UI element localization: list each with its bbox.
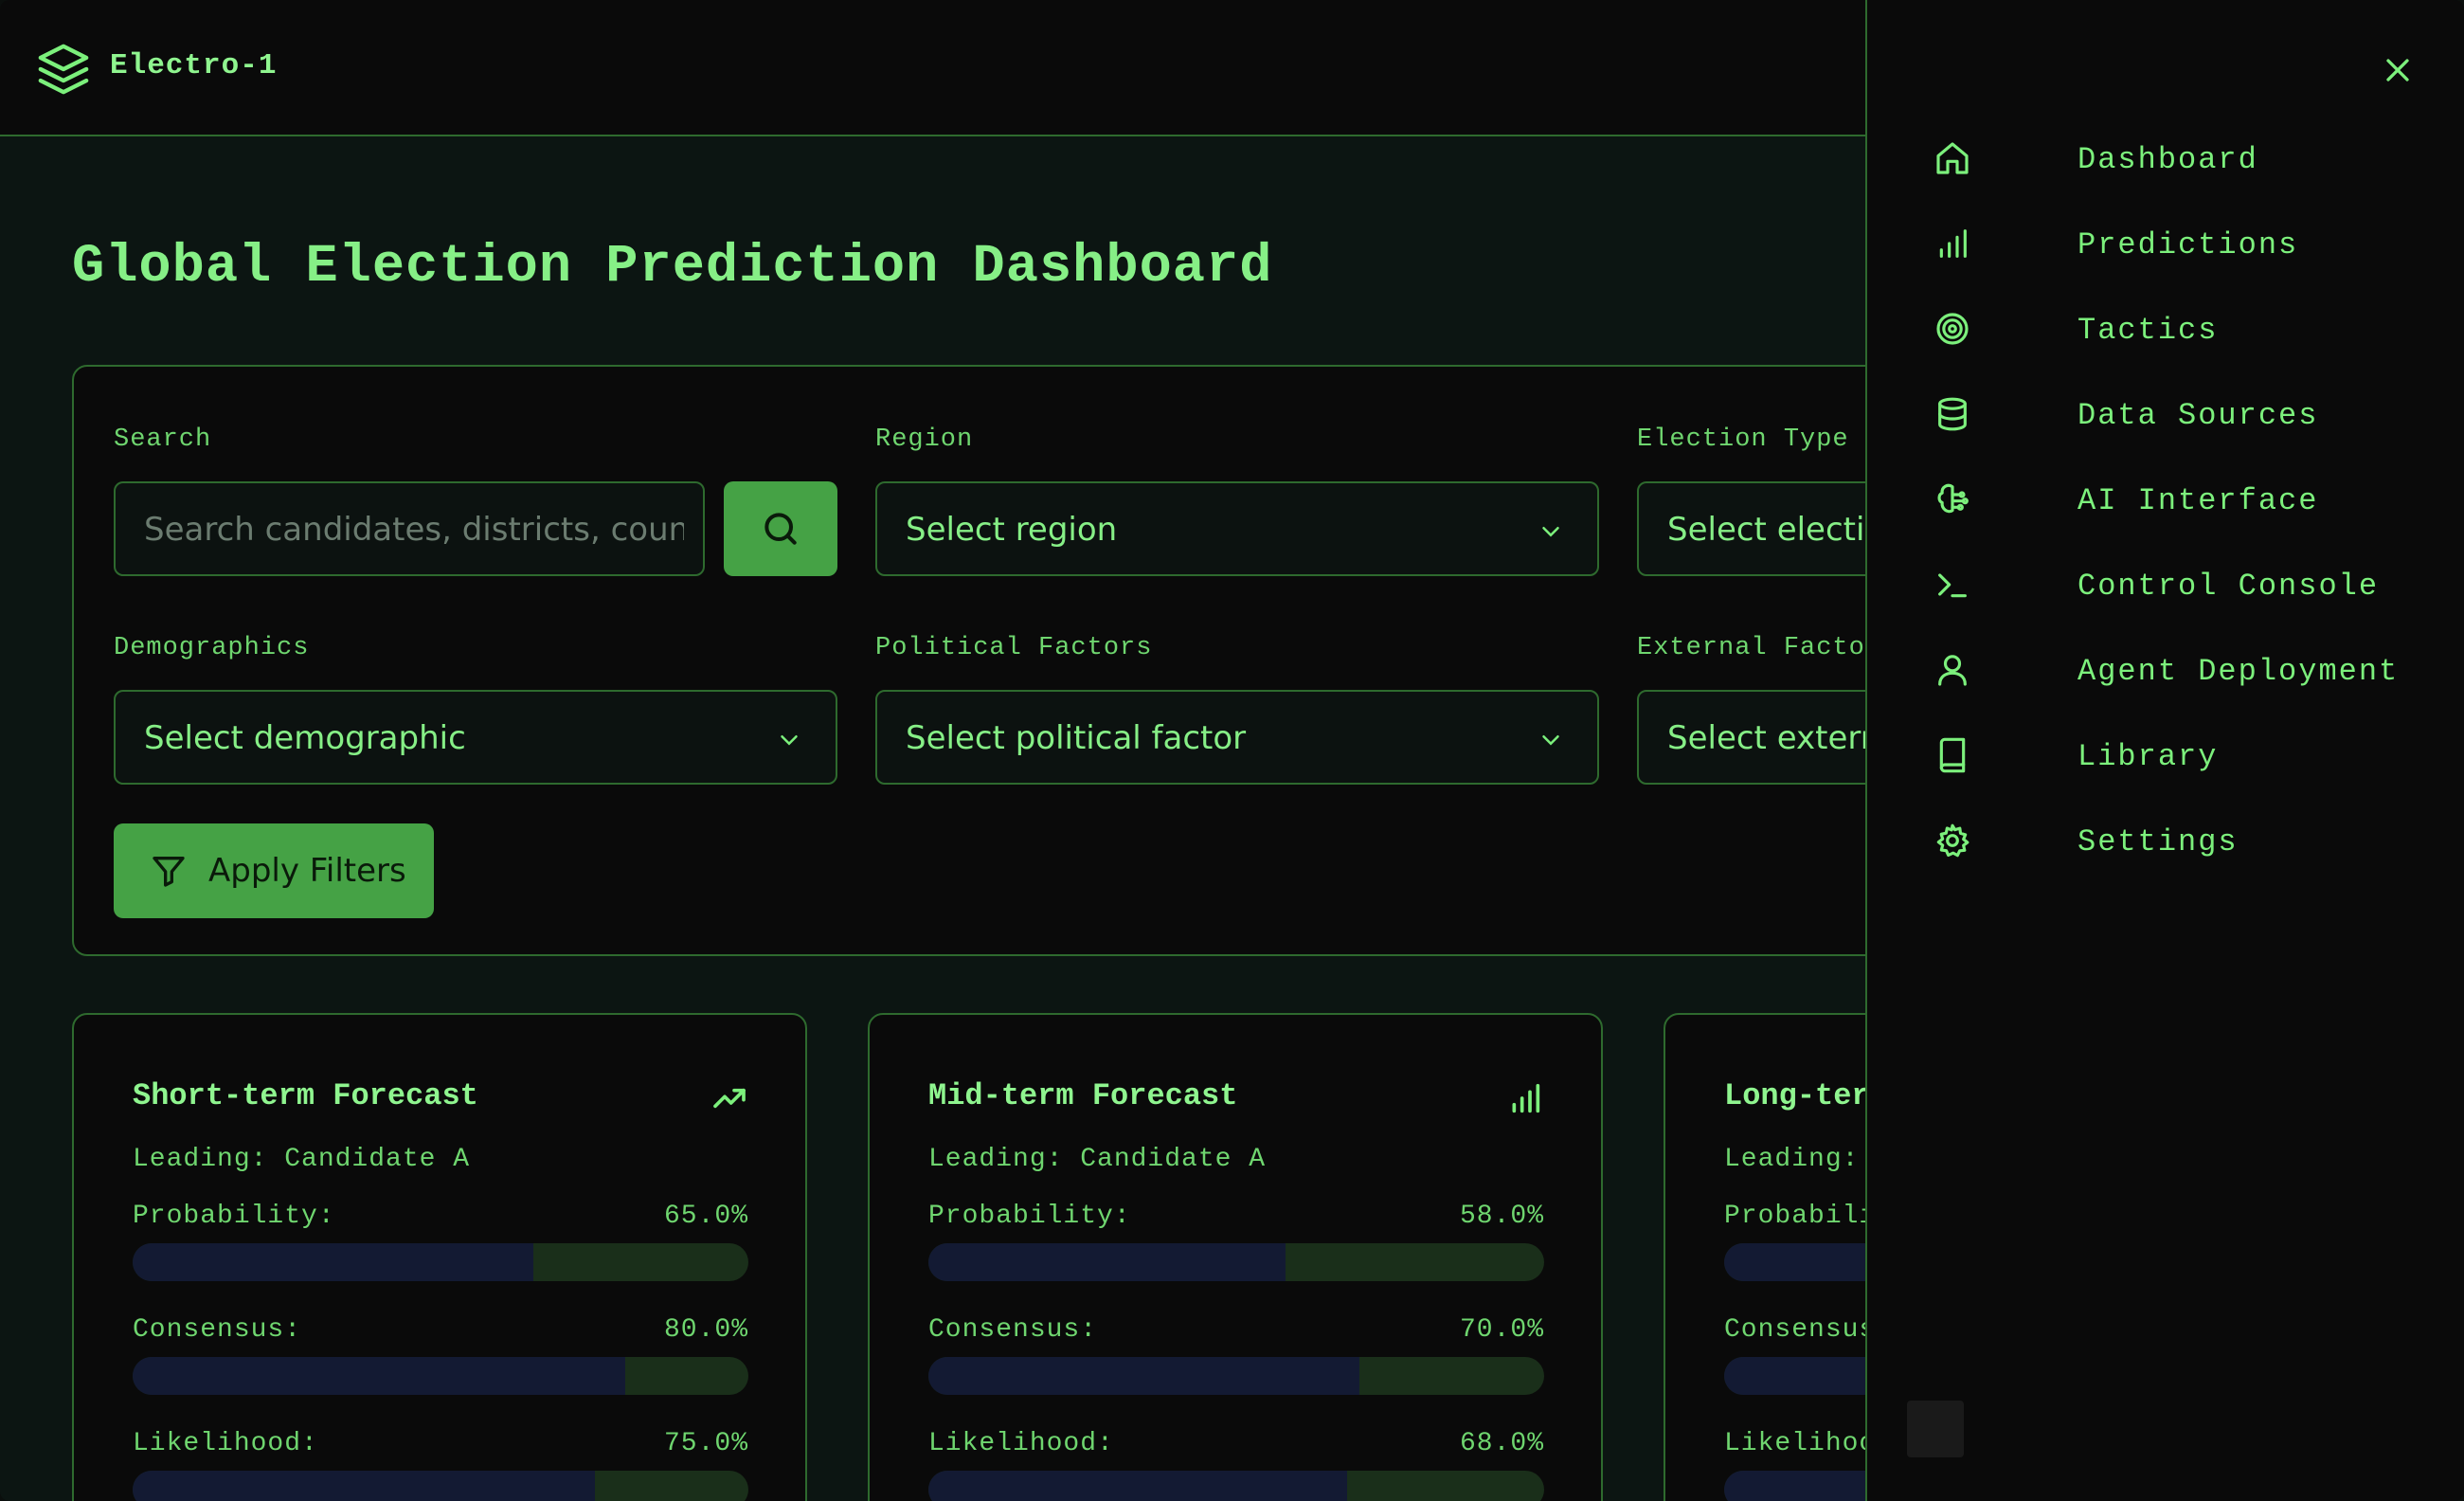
region-value: Select region	[906, 511, 1118, 549]
metric-progress-bar	[133, 1243, 748, 1281]
layers-logo-icon	[38, 44, 89, 95]
metric-progress-fill	[928, 1471, 1347, 1501]
bar-chart-icon	[1939, 229, 1967, 258]
metric-value: 80.0%	[663, 1315, 748, 1345]
app-window: Electro-1 Global Election Prediction Das…	[0, 0, 2464, 1501]
nav-item-label: Predictions	[2077, 227, 2299, 262]
metric-progress-fill	[928, 1357, 1359, 1395]
filter-panel: Search Search candidates, districts, cou…	[72, 365, 2361, 956]
close-icon[interactable]	[2379, 51, 2417, 89]
search-icon	[764, 513, 797, 545]
nav-item-label: AI Interface	[2077, 483, 2319, 518]
chevron-down-icon	[781, 735, 798, 746]
demographics-label: Demographics	[114, 634, 310, 662]
metric-value: 70.0%	[1459, 1315, 1544, 1345]
search-placeholder: Search candidates, districts, countries	[144, 511, 684, 549]
metric-value: 65.0%	[663, 1202, 748, 1231]
metric-progress-bar	[928, 1357, 1544, 1395]
metric-value: 58.0%	[1459, 1202, 1544, 1231]
trending-up-icon	[713, 1088, 746, 1109]
database-icon	[1938, 397, 1967, 431]
region-select[interactable]: Select region	[875, 481, 1599, 576]
forecast-card: Mid-term Forecast Leading: Candidate A Pro…	[868, 1013, 1603, 1501]
bar-chart-icon	[1512, 1083, 1540, 1113]
nav-item-dashboard[interactable]: Dashboard	[1933, 130, 2426, 187]
metric-label: Probability:	[928, 1202, 1131, 1231]
metric-row: Probability: 65.0%	[133, 1202, 748, 1231]
metric-progress-fill	[133, 1357, 625, 1395]
apply-filters-label: Apply Filters	[208, 852, 406, 890]
political-factors-label: Political Factors	[875, 634, 1153, 662]
demographics-value: Select demographic	[144, 719, 466, 757]
chevron-down-icon	[1542, 527, 1559, 537]
nav-item-label: Agent Deployment	[2077, 654, 2400, 689]
nav-item-library[interactable]: Library	[1933, 727, 2426, 784]
metric-row: Likelihood: 75.0%	[133, 1429, 748, 1458]
metric-label: Likelihood:	[928, 1429, 1114, 1458]
nav-item-label: Library	[2077, 739, 2219, 774]
side-nav-drawer: Dashboard Predictions Tactics Data Sources A…	[1865, 0, 2464, 1501]
metric-progress-fill	[133, 1471, 595, 1501]
nav-item-tactics[interactable]: Tactics	[1933, 300, 2426, 357]
nav-item-ai-interface[interactable]: AI Interface	[1933, 471, 2426, 528]
nav-item-control-console[interactable]: Control Console	[1933, 556, 2426, 613]
region-label: Region	[875, 425, 974, 454]
metric-value: 75.0%	[663, 1429, 748, 1458]
forecast-card: Short-term Forecast Leading: Candidate A P…	[72, 1013, 807, 1501]
nav-item-predictions[interactable]: Predictions	[1933, 215, 2426, 272]
metric-progress-bar	[928, 1243, 1544, 1281]
nav-item-settings[interactable]: Settings	[1933, 812, 2426, 869]
scroll-to-top-button[interactable]	[1907, 1401, 1964, 1457]
brain-icon	[1937, 483, 1969, 514]
metric-row: Likelihood: 68.0%	[928, 1429, 1544, 1458]
election-type-label: Election Type	[1637, 425, 1849, 454]
forecast-title: Mid-term Forecast	[928, 1078, 1238, 1113]
filter-icon	[153, 857, 185, 887]
page-title: Global Election Prediction Dashboard	[72, 237, 1273, 298]
external-factors-label: External Factors	[1637, 634, 1898, 662]
user-icon	[1938, 655, 1967, 686]
metric-progress-bar	[133, 1357, 748, 1395]
political-factors-value: Select political factor	[906, 719, 1247, 757]
book-icon	[1939, 737, 1966, 773]
metric-row: Consensus: 70.0%	[928, 1315, 1544, 1345]
target-icon	[1936, 313, 1969, 345]
search-button[interactable]	[724, 481, 837, 576]
nav-item-label: Data Sources	[2077, 398, 2319, 433]
metric-progress-fill	[928, 1243, 1286, 1281]
metric-label: Probability:	[133, 1202, 335, 1231]
forecast-title: Short-term Forecast	[133, 1078, 478, 1113]
apply-filters-button[interactable]: Apply Filters	[114, 823, 434, 918]
political-factors-select[interactable]: Select political factor	[875, 690, 1599, 785]
terminal-icon	[1938, 573, 1967, 598]
chevron-down-icon	[1542, 735, 1559, 746]
app-title: Electro-1	[110, 49, 278, 82]
nav-item-agent-deployment[interactable]: Agent Deployment	[1933, 642, 2426, 698]
metric-progress-bar	[133, 1471, 748, 1501]
metric-label: Consensus:	[928, 1315, 1098, 1345]
metric-value: 68.0%	[1459, 1429, 1544, 1458]
search-input[interactable]: Search candidates, districts, countries	[114, 481, 705, 576]
metric-row: Probability: 58.0%	[928, 1202, 1544, 1231]
forecast-leading: Leading: Candidate A	[133, 1145, 471, 1174]
nav-item-label: Dashboard	[2077, 142, 2258, 177]
nav-item-label: Control Console	[2077, 569, 2380, 604]
nav-item-label: Settings	[2077, 824, 2239, 859]
nav-item-label: Tactics	[2077, 313, 2219, 348]
metric-progress-bar	[928, 1471, 1544, 1501]
metric-progress-fill	[133, 1243, 533, 1281]
demographics-select[interactable]: Select demographic	[114, 690, 837, 785]
home-icon	[1936, 142, 1969, 174]
search-label: Search	[114, 425, 212, 454]
nav-item-data-sources[interactable]: Data Sources	[1933, 386, 2426, 443]
forecast-leading: Leading: Candidate A	[928, 1145, 1267, 1174]
gear-icon	[1936, 823, 1969, 858]
metric-label: Consensus:	[133, 1315, 302, 1345]
metric-row: Consensus: 80.0%	[133, 1315, 748, 1345]
metric-label: Likelihood:	[133, 1429, 318, 1458]
